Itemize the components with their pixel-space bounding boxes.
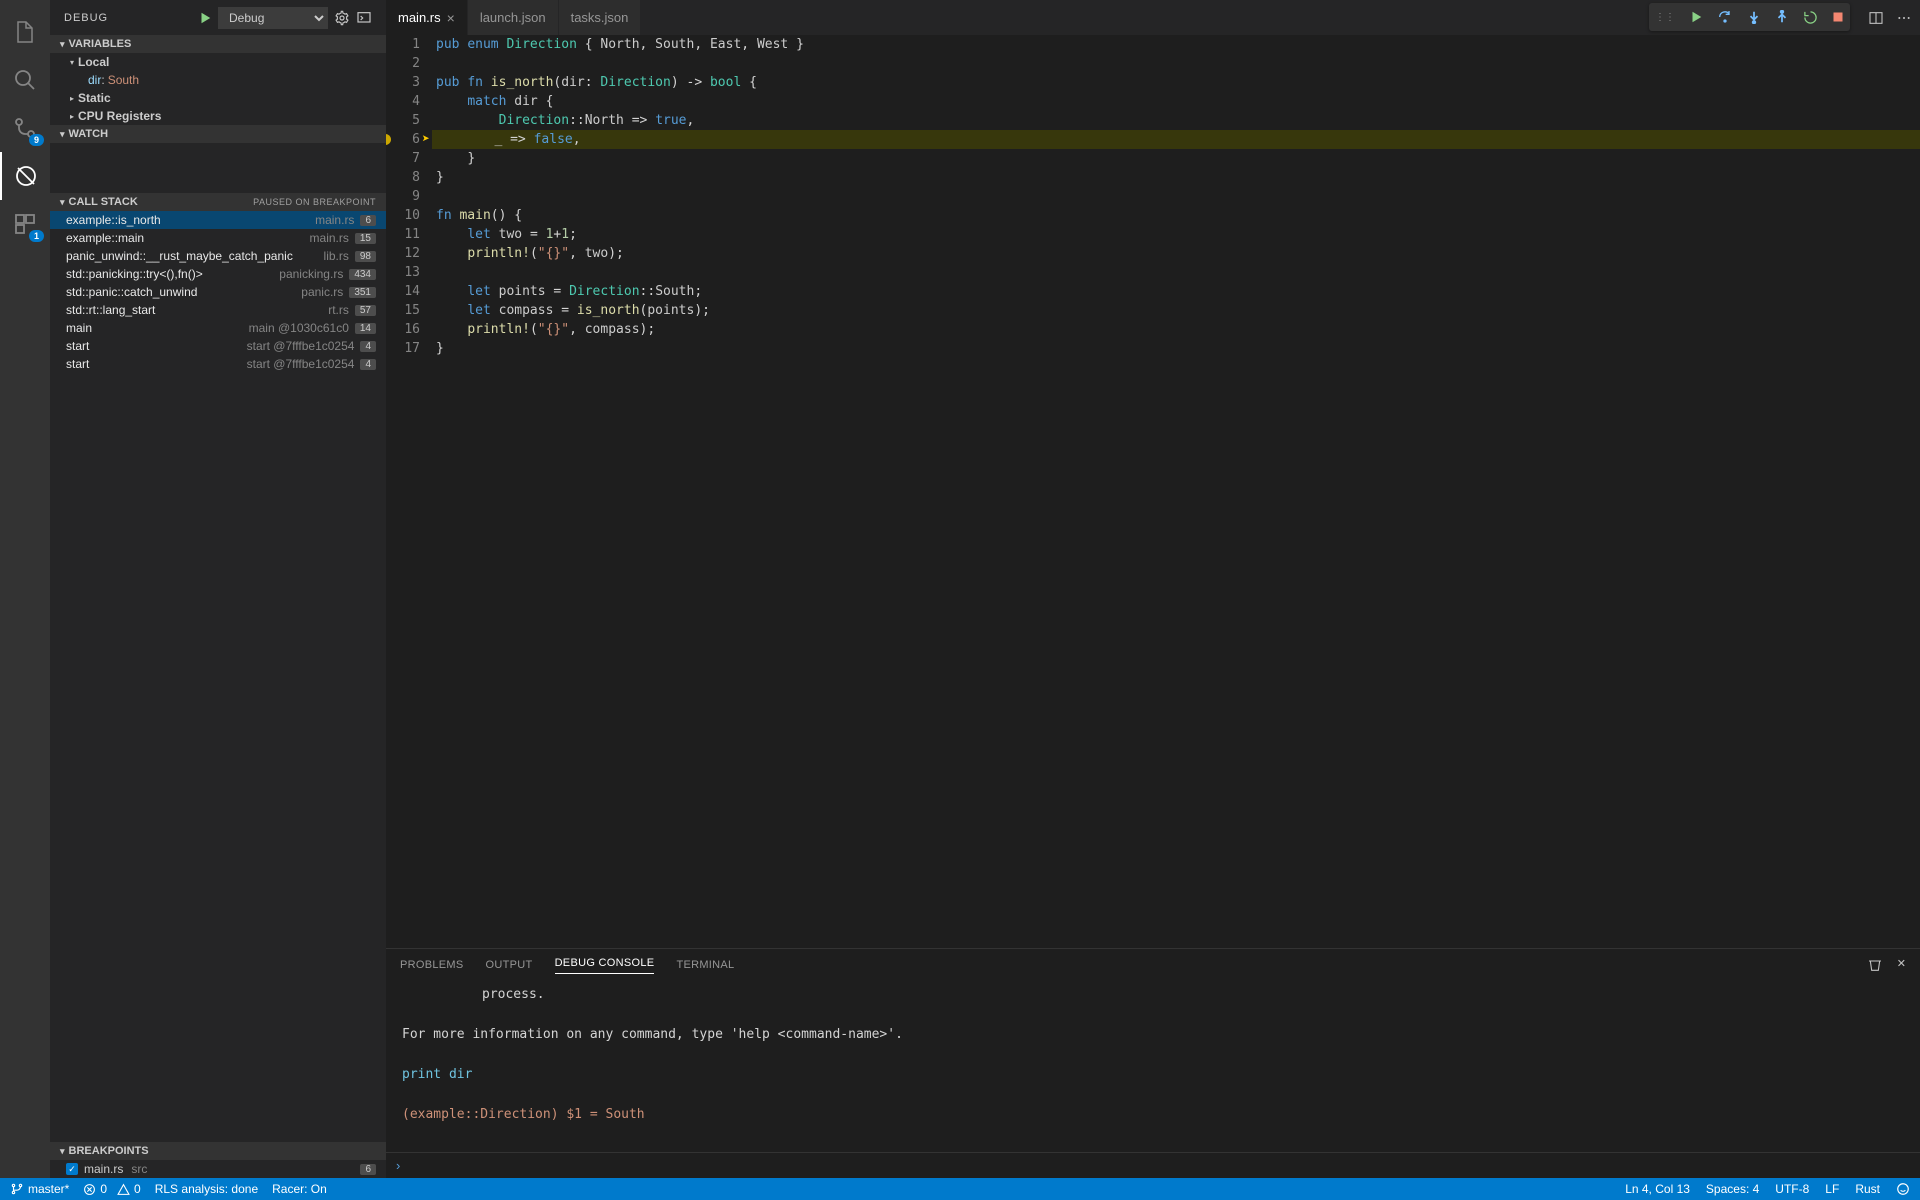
panel-tab-terminal[interactable]: TERMINAL xyxy=(676,959,734,971)
debug-console-toggle-icon[interactable] xyxy=(356,10,372,26)
editor-tab[interactable]: tasks.json xyxy=(559,0,642,35)
breakpoint-item[interactable]: ✓ main.rs src 6 xyxy=(50,1160,386,1178)
scm-badge: 9 xyxy=(29,134,44,146)
extensions-icon[interactable]: 1 xyxy=(0,200,50,248)
toolbar-grip-icon[interactable]: ⋮⋮ xyxy=(1655,12,1675,23)
code-editor[interactable]: 1234567891011121314151617 pub enum Direc… xyxy=(386,35,1920,948)
scope-cpu-registers[interactable]: ▸CPU Registers xyxy=(50,107,386,125)
scm-icon[interactable]: 9 xyxy=(0,104,50,152)
close-tab-icon[interactable]: × xyxy=(447,10,455,26)
step-into-icon[interactable] xyxy=(1747,10,1761,24)
editor-tab[interactable]: launch.json xyxy=(468,0,559,35)
callstack-frame[interactable]: example::is_northmain.rs6 xyxy=(50,211,386,229)
more-actions-icon[interactable] xyxy=(1896,10,1912,26)
explorer-icon[interactable] xyxy=(0,8,50,56)
debug-icon[interactable] xyxy=(0,152,50,200)
step-over-icon[interactable] xyxy=(1717,9,1733,25)
breakpoint-checkbox[interactable]: ✓ xyxy=(66,1163,78,1175)
status-bar: master* 0 0 RLS analysis: done Racer: On… xyxy=(0,1178,1920,1200)
split-editor-icon[interactable] xyxy=(1868,10,1884,26)
extensions-badge: 1 xyxy=(29,230,44,242)
status-encoding[interactable]: UTF-8 xyxy=(1775,1182,1809,1196)
scope-local[interactable]: ▾Local xyxy=(50,53,386,71)
status-spaces[interactable]: Spaces: 4 xyxy=(1706,1182,1759,1196)
debug-console-output: process. For more information on any com… xyxy=(386,981,1920,1152)
activity-bar: 9 1 xyxy=(0,0,50,1178)
status-language[interactable]: Rust xyxy=(1855,1182,1880,1196)
debug-title: DEBUG xyxy=(64,12,108,24)
stop-icon[interactable] xyxy=(1832,11,1844,23)
status-racer[interactable]: Racer: On xyxy=(272,1182,327,1196)
callstack-frame[interactable]: startstart @7fffbe1c02544 xyxy=(50,337,386,355)
section-variables[interactable]: ▾VARIABLES xyxy=(50,35,386,53)
panel-tab-output[interactable]: OUTPUT xyxy=(486,959,533,971)
step-out-icon[interactable] xyxy=(1775,10,1789,24)
callstack-state: PAUSED ON BREAKPOINT xyxy=(253,197,376,207)
callstack-frame[interactable]: startstart @7fffbe1c02544 xyxy=(50,355,386,373)
callstack-frame[interactable]: mainmain @1030c61c014 xyxy=(50,319,386,337)
gear-icon[interactable] xyxy=(334,10,350,26)
status-eol[interactable]: LF xyxy=(1825,1182,1839,1196)
editor-tab[interactable]: main.rs× xyxy=(386,0,468,35)
variable-dir[interactable]: dir: South xyxy=(50,71,386,89)
feedback-icon[interactable] xyxy=(1896,1182,1910,1196)
debug-config-select[interactable]: Debug xyxy=(218,7,328,29)
status-rls[interactable]: RLS analysis: done xyxy=(155,1182,258,1196)
debug-console-input[interactable]: › xyxy=(386,1152,1920,1178)
restart-icon[interactable] xyxy=(1803,10,1818,25)
editor-tabs: main.rs×launch.jsontasks.json ⋮⋮ xyxy=(386,0,1920,35)
debug-sidebar: DEBUG Debug ▾VARIABLES ▾Local xyxy=(50,0,386,1178)
start-debug-icon[interactable] xyxy=(198,11,212,25)
debug-toolbar: ⋮⋮ xyxy=(1649,3,1850,31)
status-errors[interactable]: 0 0 xyxy=(83,1182,140,1196)
panel-tab-problems[interactable]: PROBLEMS xyxy=(400,959,464,971)
status-position[interactable]: Ln 4, Col 13 xyxy=(1625,1182,1690,1196)
status-branch[interactable]: master* xyxy=(10,1182,69,1196)
close-panel-icon[interactable]: ✕ xyxy=(1897,957,1906,973)
section-watch[interactable]: ▾WATCH xyxy=(50,125,386,143)
callstack-frame[interactable]: panic_unwind::__rust_maybe_catch_panicli… xyxy=(50,247,386,265)
scope-static[interactable]: ▸Static xyxy=(50,89,386,107)
section-breakpoints[interactable]: ▾BREAKPOINTS xyxy=(50,1142,386,1160)
callstack-frame[interactable]: std::panic::catch_unwindpanic.rs351 xyxy=(50,283,386,301)
callstack-frame[interactable]: std::rt::lang_startrt.rs57 xyxy=(50,301,386,319)
search-icon[interactable] xyxy=(0,56,50,104)
clear-console-icon[interactable] xyxy=(1867,957,1883,973)
callstack-frame[interactable]: example::mainmain.rs15 xyxy=(50,229,386,247)
panel-tab-debug-console[interactable]: DEBUG CONSOLE xyxy=(555,957,655,974)
callstack-frame[interactable]: std::panicking::try<(),fn()>panicking.rs… xyxy=(50,265,386,283)
section-callstack[interactable]: ▾CALL STACK PAUSED ON BREAKPOINT xyxy=(50,193,386,211)
continue-icon[interactable] xyxy=(1689,10,1703,24)
